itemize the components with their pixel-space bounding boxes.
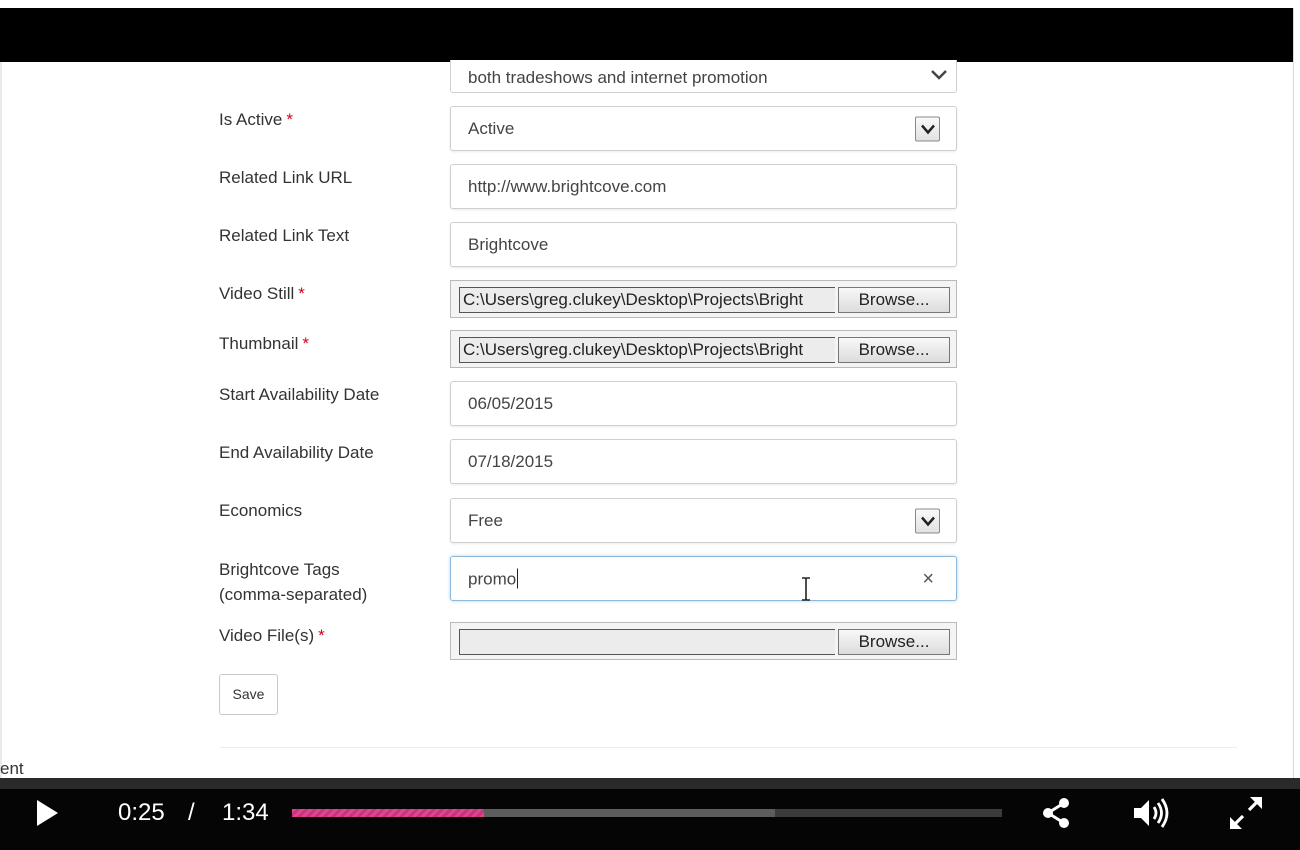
chevron-down-icon[interactable]	[930, 68, 948, 87]
tags-input[interactable]: promo ×	[450, 556, 957, 601]
video-files-file-input[interactable]: Browse...	[450, 622, 957, 660]
video-files-path[interactable]	[459, 629, 835, 655]
tags-value: promo	[468, 569, 517, 588]
end-date-label: End Availability Date	[219, 443, 374, 462]
left-edge	[0, 62, 2, 778]
control-bar-top-strip	[0, 778, 1300, 789]
video-files-label-text: Video File(s)	[219, 626, 315, 645]
required-marker: *	[302, 334, 309, 353]
tags-label-line2: (comma-separated)	[219, 585, 368, 604]
required-marker: *	[298, 284, 305, 303]
video-control-bar: 0:25 / 1:34	[0, 778, 1300, 850]
video-frame: both tradeshows and internet promotion I…	[0, 0, 1300, 850]
current-time: 0:25	[118, 799, 165, 826]
video-files-browse-button[interactable]: Browse...	[838, 629, 950, 655]
play-icon[interactable]	[34, 798, 60, 833]
duration: 1:34	[222, 799, 269, 826]
required-marker: *	[286, 110, 293, 129]
thumbnail-path[interactable]: C:\Users\greg.clukey\Desktop\Projects\Br…	[459, 337, 835, 363]
tags-value-wrap: promo	[468, 568, 519, 589]
is-active-label-text: Is Active	[219, 110, 283, 129]
related-link-text-value: Brightcove	[468, 234, 549, 254]
chevron-down-icon[interactable]	[915, 116, 940, 141]
time-separator: /	[188, 799, 195, 826]
end-date-value: 07/18/2015	[468, 451, 554, 471]
end-date-input[interactable]: 07/18/2015	[450, 439, 957, 484]
save-button[interactable]: Save	[219, 674, 278, 715]
volume-icon[interactable]	[1132, 796, 1172, 835]
required-marker: *	[318, 626, 325, 645]
video-top-bar	[0, 8, 1293, 62]
start-date-input[interactable]: 06/05/2015	[450, 381, 957, 426]
right-edge	[1293, 8, 1294, 778]
tags-label-line1: Brightcove Tags	[219, 560, 340, 579]
video-still-label: Video Still *	[219, 281, 305, 306]
related-link-url-input[interactable]: http://www.brightcove.com	[450, 164, 957, 209]
economics-select[interactable]: Free	[450, 498, 957, 543]
thumbnail-file-input[interactable]: C:\Users\greg.clukey\Desktop\Projects\Br…	[450, 330, 957, 368]
economics-label: Economics	[219, 501, 303, 520]
start-date-value: 06/05/2015	[468, 393, 554, 413]
is-active-select[interactable]: Active	[450, 106, 957, 151]
related-link-url-value: http://www.brightcove.com	[468, 176, 667, 196]
divider	[220, 747, 1237, 748]
thumbnail-browse-button[interactable]: Browse...	[838, 337, 950, 363]
progress-played	[292, 809, 484, 817]
related-link-url-label: Related Link URL	[219, 168, 353, 187]
chevron-down-icon[interactable]	[915, 508, 940, 533]
description-text: both tradeshows and internet promotion	[468, 68, 768, 87]
video-still-label-text: Video Still	[219, 284, 295, 303]
text-caret	[517, 568, 519, 588]
thumbnail-label-text: Thumbnail	[219, 334, 299, 353]
video-still-path[interactable]: C:\Users\greg.clukey\Desktop\Projects\Br…	[459, 287, 835, 313]
economics-value: Free	[468, 510, 503, 530]
share-icon[interactable]	[1040, 796, 1072, 835]
text-cursor-icon	[800, 576, 812, 607]
is-active-value: Active	[468, 118, 515, 138]
partial-footer-text: ent	[0, 759, 24, 778]
close-icon[interactable]: ×	[922, 569, 934, 589]
start-date-label: Start Availability Date	[219, 385, 380, 404]
related-link-text-label: Related Link Text	[219, 226, 350, 245]
video-still-file-input[interactable]: C:\Users\greg.clukey\Desktop\Projects\Br…	[450, 280, 957, 318]
video-files-label: Video File(s) *	[219, 623, 325, 648]
thumbnail-label: Thumbnail *	[219, 331, 309, 356]
video-still-browse-button[interactable]: Browse...	[838, 287, 950, 313]
description-textarea[interactable]: both tradeshows and internet promotion	[450, 60, 957, 93]
tags-label: Brightcove Tags (comma-separated)	[219, 557, 367, 607]
is-active-label: Is Active *	[219, 107, 293, 132]
progress-bar[interactable]	[292, 809, 1002, 817]
related-link-text-input[interactable]: Brightcove	[450, 222, 957, 267]
fullscreen-icon[interactable]	[1228, 795, 1264, 836]
